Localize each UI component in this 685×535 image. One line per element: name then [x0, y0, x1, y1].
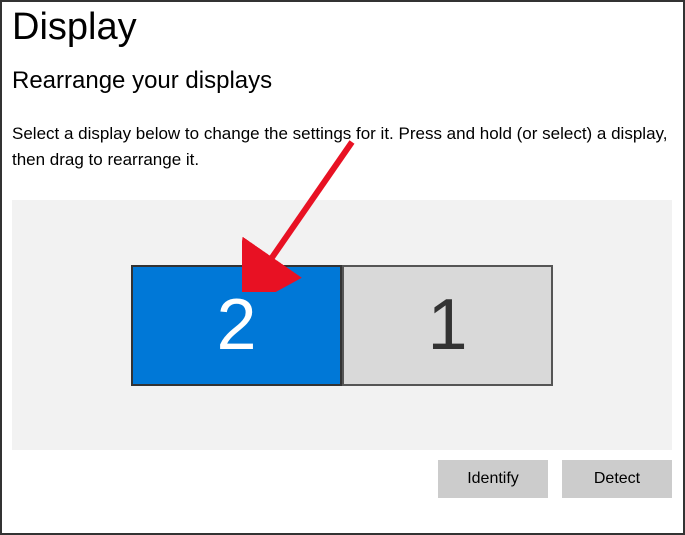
displays-container: 2 1 — [131, 265, 553, 386]
identify-button[interactable]: Identify — [438, 460, 548, 498]
display-monitor-1[interactable]: 1 — [342, 265, 553, 386]
display-arrangement-area[interactable]: 2 1 — [12, 200, 672, 450]
button-row: Identify Detect — [12, 460, 672, 498]
display-monitor-2[interactable]: 2 — [131, 265, 342, 386]
page-title: Display — [12, 6, 673, 49]
description-text: Select a display below to change the set… — [12, 121, 672, 172]
section-title: Rearrange your displays — [12, 67, 673, 95]
detect-button[interactable]: Detect — [562, 460, 672, 498]
